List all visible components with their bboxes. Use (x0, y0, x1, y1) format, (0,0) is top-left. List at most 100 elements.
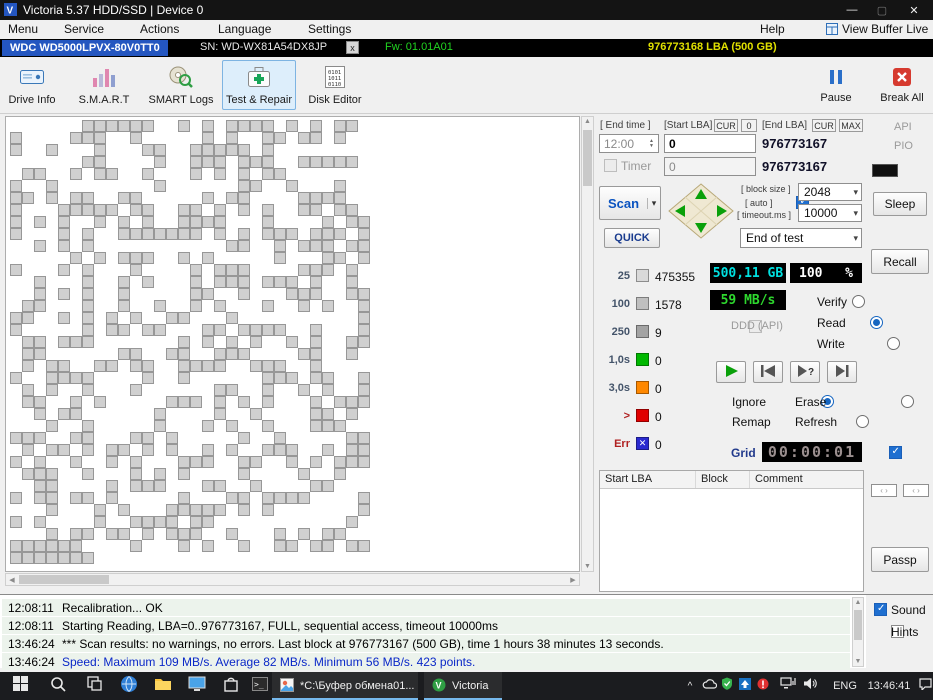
head-stepper-right[interactable]: ‹ › (903, 484, 929, 497)
scan-block-cell (202, 420, 214, 432)
log-scroll-up-icon[interactable]: ▲ (853, 599, 863, 606)
erase-radio[interactable] (901, 395, 915, 408)
scan-block-cell (22, 384, 34, 396)
break-all-button[interactable]: Break All (873, 60, 931, 110)
scroll-left-icon[interactable]: ◀ (8, 576, 16, 584)
maximize-button[interactable]: ▢ (867, 0, 897, 20)
remap-radio[interactable] (855, 415, 869, 428)
scan-block-cell (22, 300, 34, 312)
map-vertical-scrollbar[interactable]: ▲ ▼ (581, 116, 594, 572)
tray-alert-icon[interactable] (754, 672, 772, 700)
taskbar-window-victoria[interactable]: V Victoria (424, 672, 502, 700)
read-radio[interactable] (869, 316, 883, 329)
scan-button[interactable]: Scan ▾ (599, 186, 661, 220)
head-stepper-left[interactable]: ‹ › (871, 484, 897, 497)
end-of-test-select[interactable]: End of test ▾ (740, 228, 862, 248)
timeout-select[interactable]: 10000 ▾ (798, 204, 862, 222)
end-lba-value[interactable]: 976773167 (762, 136, 827, 151)
block-size-select[interactable]: 2048 ▾ (798, 183, 862, 201)
recall-button[interactable]: Recall (871, 249, 929, 274)
tray-expand-button[interactable]: ^ (682, 672, 698, 700)
scroll-down-icon[interactable]: ▼ (582, 563, 593, 570)
taskbar-app-store[interactable] (214, 672, 248, 700)
drive-model[interactable]: WDC WD5000LPVX-80V0TT0 (2, 40, 168, 56)
scan-block-cell (58, 408, 70, 420)
map-hscroll-thumb[interactable] (19, 575, 109, 584)
menu-item-actions[interactable]: Actions (140, 22, 179, 36)
task-view-button[interactable] (76, 672, 112, 700)
passp-button[interactable]: Passp (871, 547, 929, 572)
pause-button[interactable]: Pause (811, 60, 861, 110)
scan-block-cell (250, 120, 262, 132)
action-center-button[interactable] (918, 672, 933, 700)
menu-item-help[interactable]: Help (760, 22, 785, 36)
taskbar-app-browser[interactable] (112, 672, 146, 700)
menu-item-menu[interactable]: Menu (8, 22, 38, 36)
log-scrollbar[interactable]: ▲ ▼ (852, 597, 864, 667)
log-scroll-thumb[interactable] (854, 610, 862, 640)
scan-block-cell (358, 324, 370, 336)
spin-down-icon[interactable]: ▼ (649, 143, 654, 149)
verify-radio[interactable] (852, 295, 866, 308)
quick-button[interactable]: QUICK (604, 228, 660, 248)
tray-update-icon[interactable] (736, 672, 754, 700)
map-vscroll-thumb[interactable] (583, 130, 592, 186)
smart-logs-button[interactable]: SMART Logs (144, 60, 218, 110)
end-time-spinner[interactable]: 12:00 ▲ ▼ (599, 134, 659, 153)
taskbar-app-explorer[interactable] (146, 672, 180, 700)
taskbar-clock[interactable]: 13:46:41 (862, 672, 916, 700)
taskbar-window-clipboard[interactable]: *C:\Буфер обмена01... (272, 672, 418, 700)
col-start-lba[interactable]: Start LBA (600, 471, 696, 488)
log-scroll-down-icon[interactable]: ▼ (853, 658, 863, 665)
drive-info-button[interactable]: Drive Info (2, 60, 62, 110)
tray-volume-icon[interactable] (800, 672, 820, 700)
drive-close-icon[interactable]: x (346, 41, 359, 54)
seek-joystick[interactable] (667, 182, 735, 245)
minimize-button[interactable]: — (837, 0, 867, 20)
menu-item-service[interactable]: Service (64, 22, 104, 36)
timer-end-lba-value[interactable]: 976773167 (762, 159, 827, 174)
tray-cloud-icon[interactable] (700, 672, 718, 700)
smart-button[interactable]: S.M.A.R.T (70, 60, 138, 110)
taskbar-search-button[interactable] (40, 672, 76, 700)
scan-block-cell (10, 180, 22, 192)
step-back-button[interactable] (753, 361, 783, 383)
grid-checkbox[interactable] (888, 446, 902, 459)
start-lba-input[interactable]: 0 (664, 134, 756, 153)
disk-editor-button[interactable]: 0101 1011 0110 Disk Editor (302, 60, 368, 110)
scan-block-cell (178, 144, 190, 156)
start-lba-zero-button[interactable]: 0 (741, 119, 757, 132)
scan-block-cell (130, 348, 142, 360)
scan-dropdown-icon[interactable]: ▾ (647, 197, 660, 209)
taskbar-app-console[interactable]: >_ (248, 672, 272, 700)
skip-to-end-button[interactable] (827, 361, 857, 383)
map-horizontal-scrollbar[interactable]: ◀ ▶ (5, 573, 580, 586)
scan-block-cell (190, 324, 202, 336)
language-indicator[interactable]: ENG (830, 672, 860, 700)
write-radio[interactable] (887, 337, 901, 350)
sleep-button[interactable]: Sleep (873, 192, 927, 216)
col-block[interactable]: Block (696, 471, 750, 488)
sound-checkbox[interactable] (874, 603, 887, 616)
timer-checkbox[interactable] (604, 159, 617, 172)
view-buffer-live-label[interactable]: View Buffer Live (842, 22, 928, 36)
start-scan-button[interactable] (716, 361, 746, 383)
taskbar-app-monitor[interactable] (180, 672, 214, 700)
col-comment[interactable]: Comment (750, 471, 863, 488)
start-lba-cur-button[interactable]: CUR (714, 119, 738, 132)
scan-block-cell (226, 384, 238, 396)
buffer-view-icon[interactable] (826, 23, 838, 38)
scroll-right-icon[interactable]: ▶ (569, 576, 577, 584)
end-lba-max-button[interactable]: MAX (839, 119, 863, 132)
menu-item-settings[interactable]: Settings (308, 22, 351, 36)
close-button[interactable]: ✕ (899, 0, 929, 20)
tray-shield-icon[interactable] (718, 672, 736, 700)
tray-network-icon[interactable] (778, 672, 798, 700)
jump-forward-button[interactable]: ? (790, 361, 820, 383)
scroll-up-icon[interactable]: ▲ (582, 118, 593, 125)
start-button[interactable] (0, 672, 40, 700)
end-lba-cur-button[interactable]: CUR (812, 119, 836, 132)
timer-value-input[interactable]: 0 (664, 157, 756, 176)
menu-item-language[interactable]: Language (218, 22, 271, 36)
test-repair-button[interactable]: Test & Repair (222, 60, 296, 110)
